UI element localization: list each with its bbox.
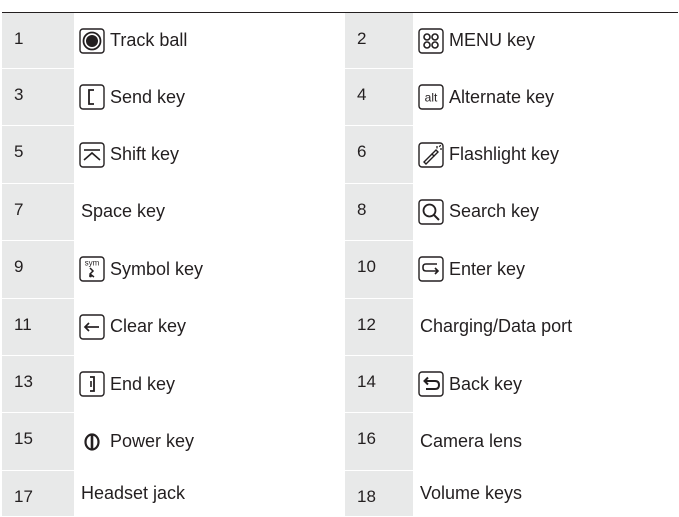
key-label: Symbol key [110, 258, 204, 279]
key-number: 18 [345, 470, 413, 517]
end-key-icon [79, 371, 105, 397]
key-number: 12 [345, 298, 413, 356]
key-legend-table: 1 Track ball 2 MENU key 3 Send key 4 alt… [2, 12, 678, 517]
table-row: 3 Send key 4 alt Alternate key [2, 68, 678, 127]
key-label: Camera lens [420, 431, 523, 452]
key-label: Volume keys [420, 482, 523, 503]
send-key-icon [79, 84, 105, 110]
key-description: Space key [74, 183, 345, 242]
key-description: Charging/Data port [413, 298, 678, 356]
table-row: 9 sym Symbol key 10 Enter key [2, 240, 678, 299]
key-label: Search key [449, 201, 540, 222]
key-label: Track ball [110, 30, 188, 50]
key-number: 1 [2, 12, 74, 69]
alt-icon-text: alt [425, 91, 438, 105]
key-label: Flashlight key [449, 144, 560, 165]
key-description: Enter key [413, 240, 678, 299]
key-number: 17 [2, 470, 74, 517]
menu-key-icon [418, 27, 444, 54]
key-number: 16 [345, 412, 413, 471]
key-number: 4 [345, 68, 413, 127]
key-label: Space key [81, 201, 166, 222]
table-row: 17 Headset jack 18 Volume keys [2, 470, 678, 517]
clear-key-icon [79, 314, 105, 340]
key-label: Back key [449, 373, 523, 394]
sym-icon-text: sym [85, 259, 100, 268]
table-row: 5 Shift key 6 Flashlight key [2, 125, 678, 184]
table-row: 1 Track ball 2 MENU key [2, 12, 678, 69]
key-description: Flashlight key [413, 125, 678, 184]
key-label: Clear key [110, 316, 187, 337]
key-number: 11 [2, 298, 74, 356]
key-label: MENU key [449, 30, 536, 50]
shift-key-icon [79, 141, 105, 168]
key-label: End key [110, 373, 176, 394]
power-key-icon [79, 429, 105, 455]
key-label: Enter key [449, 258, 526, 279]
key-number: 14 [345, 355, 413, 414]
key-label: Alternate key [449, 86, 555, 107]
key-description: Headset jack [74, 470, 345, 517]
table-row: 7 Space key 8 Search key [2, 183, 678, 242]
key-description: Back key [413, 355, 678, 414]
key-description: Volume keys [413, 470, 678, 517]
table-row: 11 Clear key 12 Charging/Data port [2, 298, 678, 356]
key-description: End key [74, 355, 345, 414]
enter-key-icon [418, 256, 444, 283]
key-description: alt Alternate key [413, 68, 678, 127]
key-description: MENU key [413, 12, 678, 69]
search-key-icon [418, 199, 444, 225]
flashlight-key-icon [418, 141, 444, 168]
key-number: 7 [2, 183, 74, 242]
key-description: Camera lens [413, 412, 678, 471]
back-key-icon [418, 371, 444, 397]
trackball-icon [79, 27, 105, 54]
alt-key-icon: alt [418, 84, 444, 110]
key-label: Charging/Data port [420, 316, 573, 337]
key-description: Send key [74, 68, 345, 127]
key-label: Headset jack [81, 482, 186, 503]
table-row: 15 Power key 16 Camera lens [2, 412, 678, 471]
key-number: 9 [2, 240, 74, 299]
key-label: Power key [110, 431, 195, 452]
key-description: sym Symbol key [74, 240, 345, 299]
key-description: Clear key [74, 298, 345, 356]
key-description: Power key [74, 412, 345, 471]
key-number: 3 [2, 68, 74, 127]
key-number: 10 [345, 240, 413, 299]
key-number: 5 [2, 125, 74, 184]
key-number: 8 [345, 183, 413, 242]
key-label: Shift key [110, 144, 180, 165]
key-number: 6 [345, 125, 413, 184]
key-number: 2 [345, 12, 413, 69]
key-description: Search key [413, 183, 678, 242]
key-description: Track ball [74, 12, 345, 69]
key-description: Shift key [74, 125, 345, 184]
key-number: 15 [2, 412, 74, 471]
key-number: 13 [2, 355, 74, 414]
table-row: 13 End key 14 Back key [2, 355, 678, 414]
symbol-key-icon: sym [79, 256, 105, 283]
key-label: Send key [110, 86, 186, 107]
